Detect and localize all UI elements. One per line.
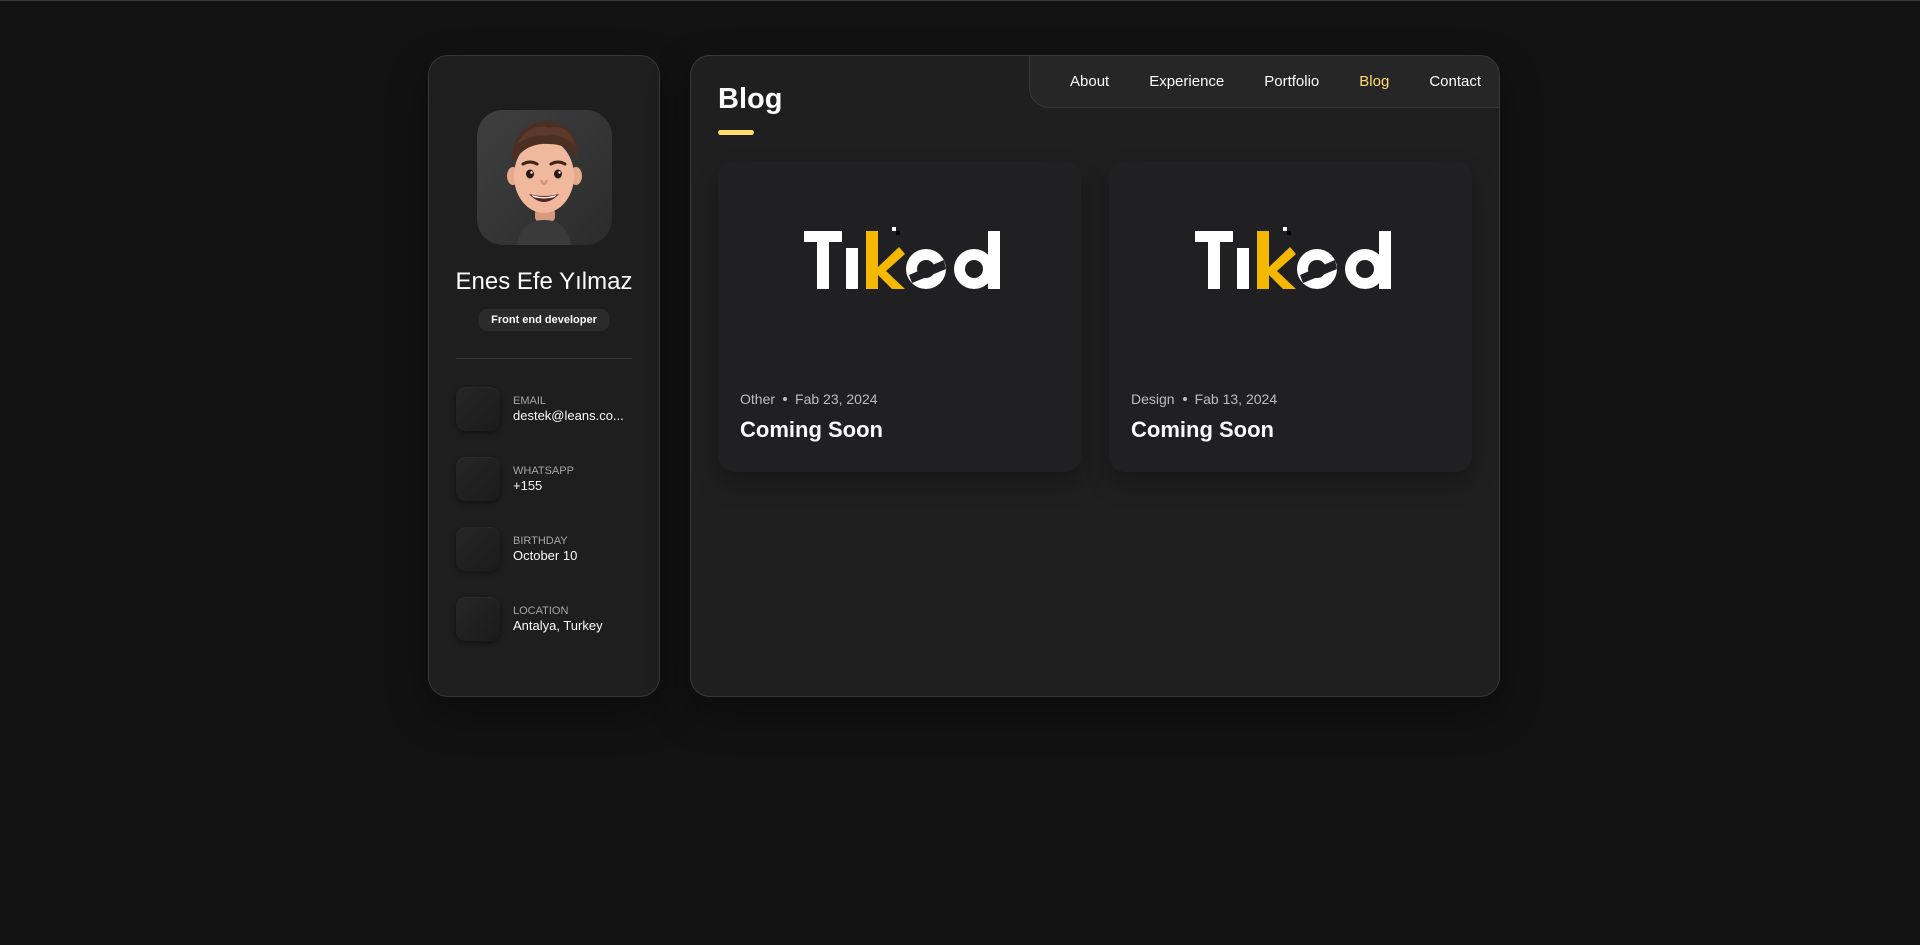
page-title: Blog xyxy=(718,83,783,115)
sidebar-separator xyxy=(456,358,632,359)
nav-link-experience[interactable]: Experience xyxy=(1149,73,1224,90)
location-value: Antalya, Turkey xyxy=(513,618,603,633)
post-category: Other xyxy=(740,391,776,407)
contact-item-location: Location Antalya, Turkey xyxy=(456,597,646,641)
contact-item-whatsapp: Whatsapp +155 xyxy=(456,457,646,501)
post-meta: Design Fab 13, 2024 xyxy=(1131,391,1277,407)
location-icon xyxy=(456,597,500,641)
mail-icon xyxy=(456,387,500,431)
calendar-icon xyxy=(456,527,500,571)
meta-separator-dot xyxy=(1182,397,1187,401)
whatsapp-link[interactable]: +155 xyxy=(513,478,628,493)
tiked-logo-icon xyxy=(1195,227,1391,289)
contact-label: Whatsapp xyxy=(513,465,574,477)
post-date: Fab 13, 2024 xyxy=(1194,391,1278,407)
top-navbar: About Experience Portfolio Blog Contact xyxy=(1029,56,1499,108)
profile-name: Enes Efe Yılmaz xyxy=(455,268,633,295)
profile-title-badge: Front end developer xyxy=(479,309,609,331)
phone-icon xyxy=(456,457,500,501)
profile-sidebar: Enes Efe Yılmaz Front end developer Emai… xyxy=(428,55,660,697)
contact-label: Birthday xyxy=(513,535,568,547)
blog-post-image[interactable] xyxy=(718,161,1081,361)
contact-label: Location xyxy=(513,605,569,617)
email-link[interactable]: destek@leans.co... xyxy=(513,408,628,423)
post-title[interactable]: Coming Soon xyxy=(740,417,883,443)
post-category: Design xyxy=(1131,391,1175,407)
contact-item-email: Email destek@leans.co... xyxy=(456,387,646,431)
window-top-border xyxy=(0,0,1920,1)
memoji-avatar-icon xyxy=(507,121,582,245)
main-panel: About Experience Portfolio Blog Contact … xyxy=(690,55,1500,697)
avatar xyxy=(477,110,612,245)
nav-link-about[interactable]: About xyxy=(1070,73,1109,90)
nav-link-blog[interactable]: Blog xyxy=(1359,73,1389,90)
post-date: Fab 23, 2024 xyxy=(795,391,878,407)
tiked-logo-icon xyxy=(804,227,1000,289)
post-meta: Other Fab 23, 2024 xyxy=(740,391,878,407)
blog-post-card[interactable]: Design Fab 13, 2024 Coming Soon xyxy=(1109,161,1472,472)
contact-item-birthday: Birthday October 10 xyxy=(456,527,646,571)
nav-link-contact[interactable]: Contact xyxy=(1429,73,1481,90)
blog-post-card[interactable]: Other Fab 23, 2024 Coming Soon xyxy=(718,161,1081,472)
post-title[interactable]: Coming Soon xyxy=(1131,417,1274,443)
meta-separator-dot xyxy=(783,397,788,401)
contact-label: Email xyxy=(513,395,547,407)
page-title-underline xyxy=(718,130,754,135)
birthday-value: October 10 xyxy=(513,548,578,563)
nav-link-portfolio[interactable]: Portfolio xyxy=(1264,73,1319,90)
blog-post-image[interactable] xyxy=(1109,161,1472,361)
